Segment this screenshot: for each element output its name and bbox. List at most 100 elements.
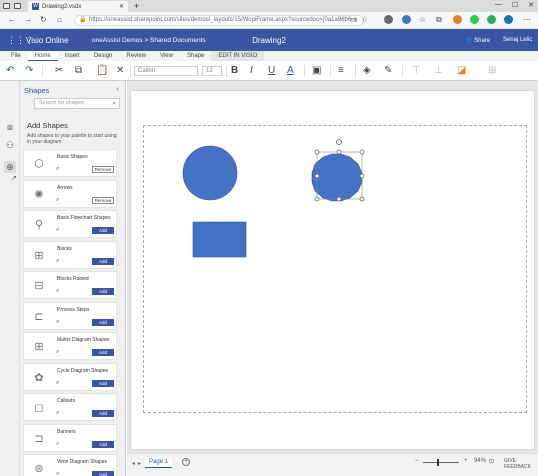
preview-stencil-icon[interactable]: ⌕ <box>56 410 59 417</box>
bold-icon[interactable]: B <box>231 65 238 77</box>
close-tab-icon[interactable]: ✕ <box>119 3 124 10</box>
page-tab[interactable]: Page 1 <box>145 457 173 468</box>
extension-icon[interactable] <box>453 15 462 24</box>
drawing-page[interactable] <box>130 90 535 450</box>
new-tab-icon[interactable]: + <box>134 1 139 11</box>
tab-edit-in-visio[interactable]: EDIT IN VISIO <box>211 51 265 61</box>
stencil-add-button[interactable]: Add <box>92 257 114 265</box>
stencil-card[interactable]: ⊞ Matrix Diagram Shapes ⌕ Add <box>23 332 117 360</box>
resize-handle[interactable] <box>314 149 320 155</box>
minimize-icon[interactable]: — <box>495 1 502 9</box>
stencil-remove-button[interactable]: Remove <box>92 196 114 204</box>
bring-forward-icon[interactable]: ⊤ <box>412 65 421 77</box>
copy-icon[interactable]: ⧉ <box>75 65 82 77</box>
read-mode-icon[interactable]: ▭ <box>350 15 358 24</box>
search-icon[interactable]: ⌕ <box>112 99 116 108</box>
resize-handle[interactable] <box>314 173 320 179</box>
stencil-add-button[interactable]: Add <box>92 379 114 387</box>
stencil-card[interactable]: ✿ Cycle Diagram Shapes ⌕ Add <box>23 362 117 391</box>
prev-page-icon[interactable]: ◂ <box>132 460 135 467</box>
extension-icon[interactable] <box>487 15 496 24</box>
preview-stencil-icon[interactable]: ⌕ <box>56 441 59 448</box>
browser-tab[interactable]: W Drawing2.vsdx ✕ <box>28 1 128 12</box>
group-icon[interactable]: ◪ <box>457 65 466 77</box>
zoom-in-icon[interactable]: + <box>464 458 468 464</box>
preview-stencil-icon[interactable]: ⌕ <box>56 197 59 204</box>
profile-icon[interactable] <box>504 15 513 24</box>
stencil-add-button[interactable]: Add <box>92 227 114 234</box>
preview-stencil-icon[interactable]: ⌕ <box>56 349 59 356</box>
forward-icon[interactable]: → <box>24 15 32 24</box>
zoom-out-icon[interactable]: − <box>415 458 419 464</box>
stencil-card[interactable]: ⊛ Venn Diagram Shapes ⌕ Add <box>23 454 117 476</box>
stencil-add-button[interactable]: Add <box>92 288 114 295</box>
back-icon[interactable]: ← <box>8 15 16 24</box>
preview-stencil-icon[interactable]: ⌕ <box>56 471 59 476</box>
collections-icon[interactable]: ⧉ <box>436 15 442 25</box>
preview-stencil-icon[interactable]: ⌕ <box>56 258 59 265</box>
add-page-icon[interactable]: + <box>182 458 190 466</box>
collapse-panel-icon[interactable]: ‹ <box>117 86 119 93</box>
more-menu-icon[interactable]: ⋯ <box>523 15 531 24</box>
circle-shape[interactable] <box>182 145 238 201</box>
paste-icon[interactable]: 📋 <box>96 65 108 77</box>
stencil-add-button[interactable]: Add <box>92 471 114 476</box>
preview-stencil-icon[interactable]: ⌕ <box>56 166 59 173</box>
font-name-dropdown[interactable]: Calibri <box>134 66 198 76</box>
resize-handle[interactable] <box>359 196 365 202</box>
redo-icon[interactable]: ↷ <box>25 65 33 77</box>
stencil-remove-button[interactable]: Remove <box>92 166 114 173</box>
line-icon[interactable]: ✎ <box>384 65 392 77</box>
stencil-card[interactable]: ⊟ Blocks Raised ⌕ Add <box>23 271 117 299</box>
canvas-area[interactable] <box>127 81 538 453</box>
cut-icon[interactable]: ✂ <box>55 65 63 77</box>
resize-handle[interactable] <box>336 196 342 202</box>
shape-search-field[interactable]: Search for shapes ⌕ <box>34 98 120 109</box>
stencil-add-button[interactable]: Add <box>92 410 114 417</box>
font-color-icon[interactable]: A <box>287 65 294 77</box>
textbox-icon[interactable]: ▣ <box>312 65 321 77</box>
fit-page-icon[interactable]: ⊡ <box>489 458 494 465</box>
tab-design[interactable]: Design <box>87 51 120 61</box>
extension-icon[interactable] <box>470 15 479 24</box>
delete-icon[interactable]: ✕ <box>116 65 124 77</box>
preview-stencil-icon[interactable]: ⌕ <box>56 380 59 387</box>
stencil-card[interactable]: ⬡ Basic Shapes ⌕ Remove <box>23 149 117 177</box>
tab-insert[interactable]: Insert <box>58 51 87 61</box>
stencil-add-button[interactable]: Add <box>92 318 114 326</box>
tab-preview-icon[interactable] <box>14 3 21 9</box>
rotate-handle[interactable] <box>336 139 342 145</box>
undo-icon[interactable]: ↶ <box>6 65 14 77</box>
hierarchy-icon[interactable]: ⚇ <box>4 139 16 151</box>
url-field[interactable]: 🔒 https://oneassist.sharepoint.com/sites… <box>74 15 364 26</box>
dodecagon-shape[interactable] <box>311 153 363 202</box>
extension-icon[interactable] <box>384 15 393 24</box>
add-shapes-icon[interactable]: ⊕ <box>4 161 16 173</box>
feedback-link[interactable]: GIVE FEEDBACK <box>504 458 538 470</box>
position-icon[interactable]: ⊞ <box>488 65 496 77</box>
share-button[interactable]: 👤 Share <box>465 37 490 44</box>
font-size-dropdown[interactable]: 12 <box>202 66 222 76</box>
extension-icon[interactable] <box>402 15 411 24</box>
preview-stencil-icon[interactable]: ⌕ <box>56 227 59 234</box>
align-icon[interactable]: ≡ <box>338 65 344 77</box>
resize-handle[interactable] <box>359 149 365 155</box>
send-backward-icon[interactable]: ⊥ <box>434 65 443 77</box>
tab-review[interactable]: Review <box>119 51 153 61</box>
user-name[interactable]: Senaj Lelic <box>503 37 532 43</box>
zoom-slider-thumb[interactable] <box>437 459 439 466</box>
resize-handle[interactable] <box>336 149 342 155</box>
stencil-card[interactable]: ⊞ Blocks ⌕ Add <box>23 240 117 269</box>
stencil-add-button[interactable]: Add <box>92 349 114 356</box>
tab-actions-icon[interactable] <box>3 3 10 9</box>
stencil-card[interactable]: ⚲ Basic Flowchart Shapes ⌕ Add <box>23 210 117 238</box>
favorite-star-icon[interactable]: ☆ <box>361 15 368 24</box>
stencil-card[interactable]: ✺ Arrows ⌕ Remove <box>23 179 117 208</box>
zoom-level[interactable]: 94% <box>474 458 486 464</box>
tab-home[interactable]: Home <box>27 51 58 61</box>
next-page-icon[interactable]: ▸ <box>138 460 141 467</box>
stencil-card[interactable]: ◻ Callouts ⌕ Add <box>23 393 117 421</box>
resize-handle[interactable] <box>314 196 320 202</box>
stencil-card[interactable]: ⊏ Process Steps ⌕ Add <box>23 301 117 330</box>
italic-icon[interactable]: I <box>250 65 253 77</box>
